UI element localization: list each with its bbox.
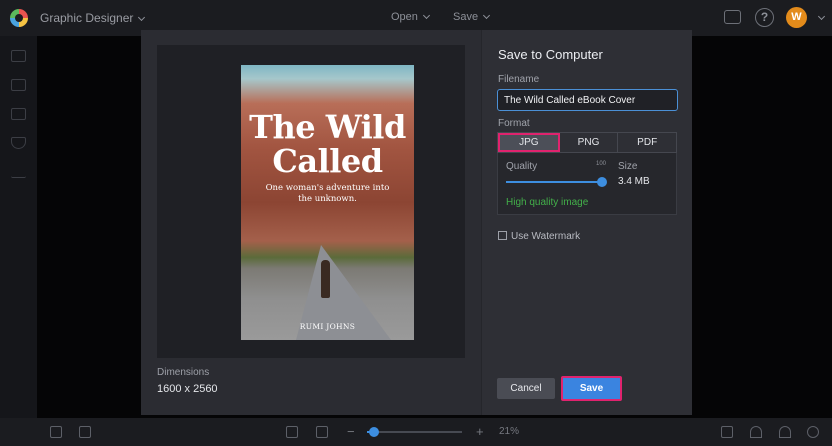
grid-icon[interactable] bbox=[79, 426, 91, 438]
cover-title: The Wild Called bbox=[241, 110, 414, 178]
quality-slider[interactable] bbox=[506, 181, 604, 183]
cover-subtitle: One woman's adventure into the unknown. bbox=[265, 183, 390, 204]
undo-icon[interactable] bbox=[750, 426, 762, 438]
quality-options: Quality 100 Size 3.4 MB High quality ima… bbox=[497, 153, 677, 215]
zoom-in-icon[interactable]: + bbox=[476, 424, 484, 439]
chevron-down-icon bbox=[138, 13, 146, 22]
watermark-label: Use Watermark bbox=[511, 231, 581, 242]
watermark-checkbox[interactable] bbox=[498, 231, 507, 240]
chat-icon[interactable] bbox=[724, 10, 741, 24]
chevron-down-icon bbox=[422, 11, 430, 20]
left-toolbar bbox=[0, 36, 37, 418]
cancel-button[interactable]: Cancel bbox=[497, 378, 555, 399]
save-menu-label: Save bbox=[453, 11, 479, 23]
save-menu-button[interactable]: Save bbox=[453, 11, 491, 23]
cover-author: RUMI JOHNS bbox=[299, 322, 356, 331]
app-title-dropdown[interactable]: Graphic Designer bbox=[40, 11, 146, 25]
open-menu-button[interactable]: Open bbox=[391, 11, 430, 23]
quality-slider-knob[interactable] bbox=[597, 177, 607, 187]
open-menu-label: Open bbox=[391, 11, 418, 23]
size-label: Size bbox=[618, 161, 638, 172]
watermark-option[interactable]: Use Watermark bbox=[498, 231, 580, 242]
layout-icon[interactable] bbox=[11, 108, 26, 120]
save-settings-panel: Save to Computer Filename Format JPG PNG… bbox=[481, 30, 692, 415]
zoom-level-text: 21% bbox=[499, 426, 520, 437]
fit-screen-icon[interactable] bbox=[286, 426, 298, 438]
shield-icon[interactable] bbox=[11, 137, 26, 149]
history-icon[interactable] bbox=[807, 426, 819, 438]
filename-label: Filename bbox=[498, 74, 540, 85]
cover-title-line2: Called bbox=[272, 142, 383, 180]
dimensions-value: 1600 x 2560 bbox=[157, 383, 218, 395]
format-label: Format bbox=[498, 118, 530, 129]
quality-max-value: 100 bbox=[596, 161, 607, 167]
chevron-down-icon bbox=[483, 11, 491, 20]
chevron-down-icon[interactable] bbox=[817, 12, 826, 21]
cover-preview-image: The Wild Called One woman's adventure in… bbox=[241, 65, 414, 340]
zoom-slider-knob[interactable] bbox=[368, 427, 379, 437]
app-logo-icon[interactable] bbox=[10, 9, 28, 27]
format-pdf-button[interactable]: PDF bbox=[618, 133, 676, 152]
save-button[interactable]: Save bbox=[561, 376, 622, 401]
quality-label: Quality bbox=[506, 161, 538, 172]
save-dialog: The Wild Called One woman's adventure in… bbox=[141, 30, 692, 415]
format-jpg-button[interactable]: JPG bbox=[498, 133, 560, 152]
format-selector: JPG PNG PDF bbox=[497, 132, 677, 153]
layers-icon[interactable] bbox=[50, 426, 62, 438]
size-value: 3.4 MB bbox=[618, 176, 650, 187]
expand-icon[interactable] bbox=[316, 426, 328, 438]
zoom-out-icon[interactable]: − bbox=[347, 424, 355, 439]
bottom-bar: − + 21% bbox=[0, 418, 832, 446]
quality-note: High quality image bbox=[506, 197, 589, 208]
text-icon[interactable] bbox=[11, 79, 26, 91]
format-png-button[interactable]: PNG bbox=[560, 133, 619, 152]
preview-panel: The Wild Called One woman's adventure in… bbox=[157, 45, 465, 358]
avatar[interactable]: W bbox=[786, 7, 807, 28]
swap-icon[interactable] bbox=[721, 426, 733, 438]
zoom-slider[interactable] bbox=[367, 427, 462, 437]
image-icon[interactable] bbox=[11, 50, 26, 62]
dialog-title: Save to Computer bbox=[498, 47, 603, 62]
font-icon[interactable] bbox=[11, 166, 26, 178]
person-graphic bbox=[321, 260, 330, 298]
help-icon[interactable]: ? bbox=[755, 8, 774, 27]
dimensions-label: Dimensions bbox=[157, 367, 210, 378]
app-title: Graphic Designer bbox=[40, 11, 134, 25]
filename-input[interactable] bbox=[497, 89, 678, 111]
cover-title-line1: The Wild bbox=[249, 108, 406, 146]
redo-icon[interactable] bbox=[779, 426, 791, 438]
